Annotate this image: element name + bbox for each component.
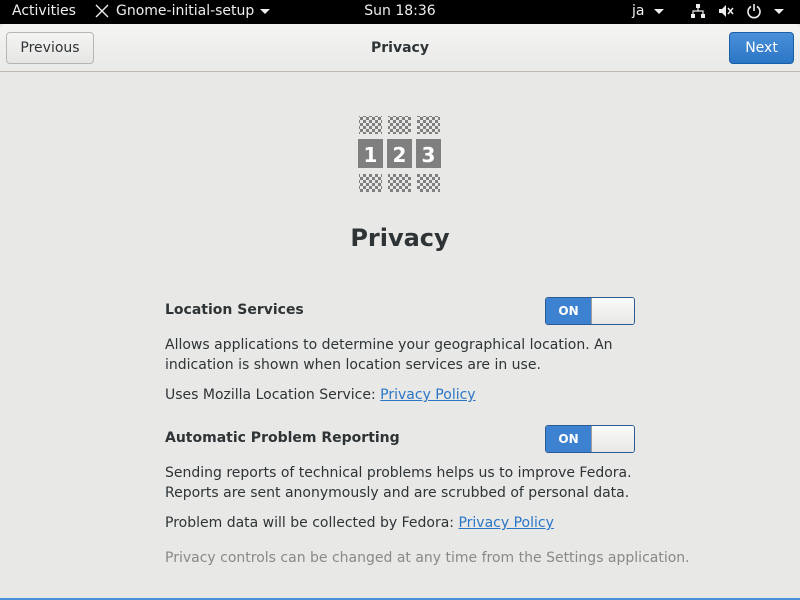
header-title: Privacy	[371, 40, 429, 56]
speaker-muted-icon	[718, 3, 734, 19]
location-policy-line: Uses Mozilla Location Service: Privacy P…	[165, 387, 476, 403]
location-services-toggle[interactable]: ON	[545, 297, 635, 325]
network-icon	[690, 3, 706, 19]
toggle-on-label: ON	[546, 298, 591, 324]
problem-reporting-label: Automatic Problem Reporting	[165, 430, 400, 446]
chevron-down-icon	[654, 8, 665, 14]
reporting-description: Sending reports of technical problems he…	[165, 465, 632, 501]
chevron-down-icon	[774, 8, 784, 14]
problem-reporting-toggle[interactable]: ON	[545, 425, 635, 453]
next-button[interactable]: Next	[729, 32, 794, 64]
svg-text:1: 1	[364, 143, 378, 167]
location-description: Allows applications to determine your ge…	[165, 337, 613, 373]
svg-text:3: 3	[422, 143, 436, 167]
toggle-knob	[591, 298, 634, 324]
system-status-menu[interactable]	[690, 3, 784, 19]
language-menu[interactable]: ja	[632, 3, 665, 19]
reporting-policy-line: Problem data will be collected by Fedora…	[165, 515, 554, 531]
language-label: ja	[632, 3, 645, 19]
settings-footnote: Privacy controls can be changed at any t…	[165, 550, 690, 566]
power-icon	[746, 3, 762, 19]
svg-text:2: 2	[393, 143, 407, 167]
page-title: Privacy	[350, 224, 450, 252]
location-privacy-policy-link[interactable]: Privacy Policy	[380, 387, 475, 403]
location-services-label: Location Services	[165, 302, 304, 318]
top-panel: Activities Gnome-initial-setup Sun 18:36…	[0, 0, 800, 24]
toggle-knob	[591, 426, 634, 452]
toggle-on-label: ON	[546, 426, 591, 452]
reporting-privacy-policy-link[interactable]: Privacy Policy	[458, 515, 553, 531]
header-bar: Previous Privacy Next	[0, 24, 800, 72]
privacy-logo-icon: 1 2 3	[357, 114, 443, 198]
clock[interactable]: Sun 18:36	[0, 3, 800, 19]
